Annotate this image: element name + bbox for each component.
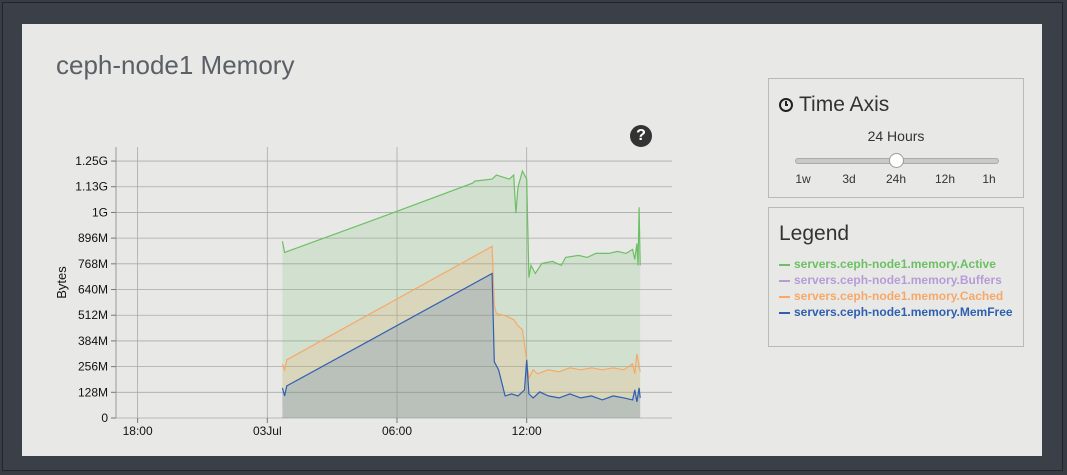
y-tick-label: 896M (78, 231, 108, 245)
slider-tick[interactable]: 24h (876, 172, 916, 186)
y-tick-label: 512M (78, 308, 108, 322)
legend-item-label: servers.ceph-node1.memory.Active (794, 257, 996, 271)
x-tick-label: 18:00 (123, 424, 153, 438)
y-tick-label: 1.13G (75, 180, 108, 194)
y-tick-label: 1.25G (75, 154, 108, 168)
y-axis-label: Bytes (54, 266, 69, 299)
legend-item-buffers[interactable]: servers.ceph-node1.memory.Buffers (779, 272, 1019, 288)
x-axis-label: Time (Last 24 hours) (307, 438, 426, 439)
legend-swatch (779, 264, 790, 266)
legend-panel: Legend servers.ceph-node1.memory.Active … (768, 207, 1024, 347)
legend-item-cached[interactable]: servers.ceph-node1.memory.Cached (779, 288, 1019, 304)
legend-list: servers.ceph-node1.memory.Active servers… (779, 256, 1019, 320)
chart-svg[interactable]: 0 128M 256M 384M 512M 640M 768M 896M 1G 1.13G 1.25… (52, 119, 672, 439)
time-range-label: 24 Hours (867, 128, 925, 144)
x-tick-label: 06:00 (382, 424, 412, 438)
legend-title: Legend (779, 222, 850, 245)
legend-item-active[interactable]: servers.ceph-node1.memory.Active (779, 256, 1019, 272)
slider-tick[interactable]: 1w (783, 172, 823, 186)
legend-item-label: servers.ceph-node1.memory.MemFree (794, 305, 1013, 319)
legend-item-label: servers.ceph-node1.memory.Cached (794, 289, 1004, 303)
time-axis-title-text: Time Axis (799, 93, 890, 116)
legend-swatch (779, 312, 790, 314)
slider-tick[interactable]: 3d (829, 172, 869, 186)
slider-tick[interactable]: 1h (969, 172, 1009, 186)
x-tick-label: 03Jul (253, 424, 282, 438)
page-title: ceph-node1 Memory (56, 50, 295, 80)
memory-chart[interactable]: 0 128M 256M 384M 512M 640M 768M 896M 1G 1.13G 1.25… (52, 119, 672, 439)
slider-tick[interactable]: 12h (925, 172, 965, 186)
y-tick-label: 1G (92, 205, 108, 219)
legend-swatch (779, 280, 790, 282)
legend-swatch (779, 296, 790, 298)
legend-item-memfree[interactable]: servers.ceph-node1.memory.MemFree (779, 304, 1019, 320)
y-tick-label: 128M (78, 385, 108, 399)
y-tick-label: 768M (78, 257, 108, 271)
time-axis-panel: Time Axis 24 Hours 1w 3d 24h 12h 1h (768, 78, 1024, 198)
y-tick-label: 0 (101, 411, 108, 425)
y-tick-label: 256M (78, 360, 108, 374)
x-tick-label: 12:00 (512, 424, 542, 438)
legend-item-label: servers.ceph-node1.memory.Buffers (794, 273, 1002, 287)
help-icon[interactable]: ? (630, 125, 652, 147)
y-tick-label: 640M (78, 283, 108, 297)
time-axis-title: Time Axis (779, 93, 889, 117)
clock-icon (779, 98, 793, 112)
slider-handle[interactable] (889, 153, 904, 168)
dashboard-panel: ceph-node1 Memory 0 128M 256M 384M 512M 640M 7… (22, 24, 1042, 456)
y-tick-label: 384M (78, 334, 108, 348)
